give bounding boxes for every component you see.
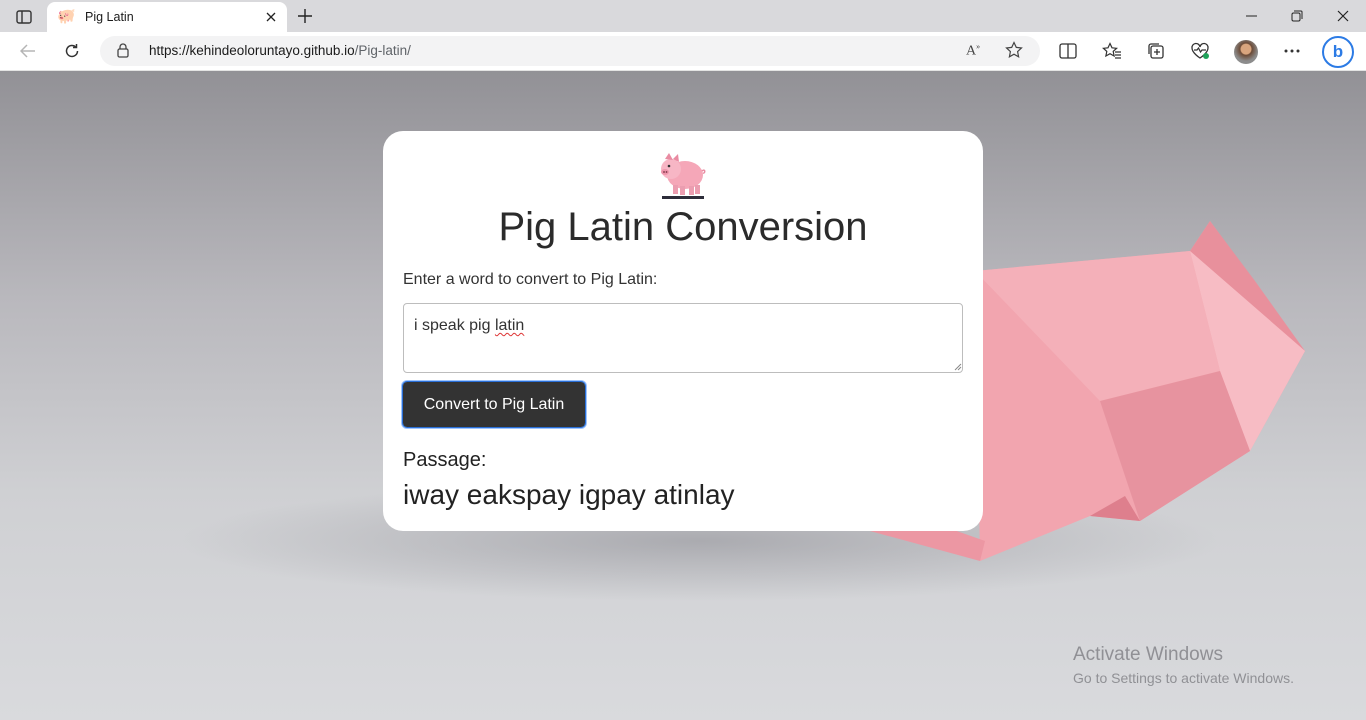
word-input[interactable] <box>403 303 963 373</box>
avatar[interactable] <box>1234 40 1258 64</box>
read-aloud-icon[interactable]: A» <box>962 42 984 60</box>
browser-toolbar: https://kehindeoloruntayo.github.io/Pig-… <box>0 32 1366 71</box>
back-icon[interactable] <box>13 37 43 65</box>
address-bar[interactable]: https://kehindeoloruntayo.github.io/Pig-… <box>100 36 1040 66</box>
close-icon[interactable] <box>263 9 279 25</box>
converter-card: Pig Latin Conversion Enter a word to con… <box>383 131 983 531</box>
passage-output: iway eakspay igpay atinlay <box>403 479 735 510</box>
input-label: Enter a word to convert to Pig Latin: <box>403 271 658 288</box>
favorite-star-icon[interactable] <box>1005 41 1023 64</box>
lock-icon[interactable] <box>117 43 129 63</box>
maximize-icon[interactable] <box>1274 0 1320 32</box>
sidebar-icon[interactable] <box>8 6 40 28</box>
performance-icon[interactable] <box>1185 37 1215 65</box>
url-text: https://kehindeoloruntayo.github.io/Pig-… <box>149 43 411 58</box>
convert-button[interactable]: Convert to Pig Latin <box>402 381 586 428</box>
tab-title: Pig Latin <box>85 10 134 24</box>
tab-strip: 🐖 Pig Latin <box>0 0 1366 32</box>
plus-icon[interactable] <box>292 4 318 28</box>
watermark-title: Activate Windows <box>1073 644 1223 665</box>
window-close-icon[interactable] <box>1320 0 1366 32</box>
refresh-icon[interactable] <box>57 37 87 65</box>
more-icon[interactable] <box>1277 37 1307 65</box>
minimize-icon[interactable] <box>1228 0 1274 32</box>
passage-label: Passage: <box>403 449 487 471</box>
page-background: Pig Latin Conversion Enter a word to con… <box>0 71 1366 720</box>
windows-activation-watermark: Activate Windows Go to Settings to activ… <box>1073 644 1294 686</box>
browser-tab[interactable]: 🐖 Pig Latin <box>47 2 287 32</box>
collections-icon[interactable] <box>1141 37 1171 65</box>
split-screen-icon[interactable] <box>1053 37 1083 65</box>
tab-favicon: 🐖 <box>57 8 76 25</box>
favorites-icon[interactable] <box>1097 37 1127 65</box>
pig-emoji-icon <box>661 153 706 199</box>
bing-icon[interactable]: b <box>1322 36 1354 68</box>
page-title: Pig Latin Conversion <box>498 205 868 249</box>
watermark-subtitle: Go to Settings to activate Windows. <box>1073 670 1294 686</box>
resize-grip-icon[interactable] <box>953 362 962 371</box>
